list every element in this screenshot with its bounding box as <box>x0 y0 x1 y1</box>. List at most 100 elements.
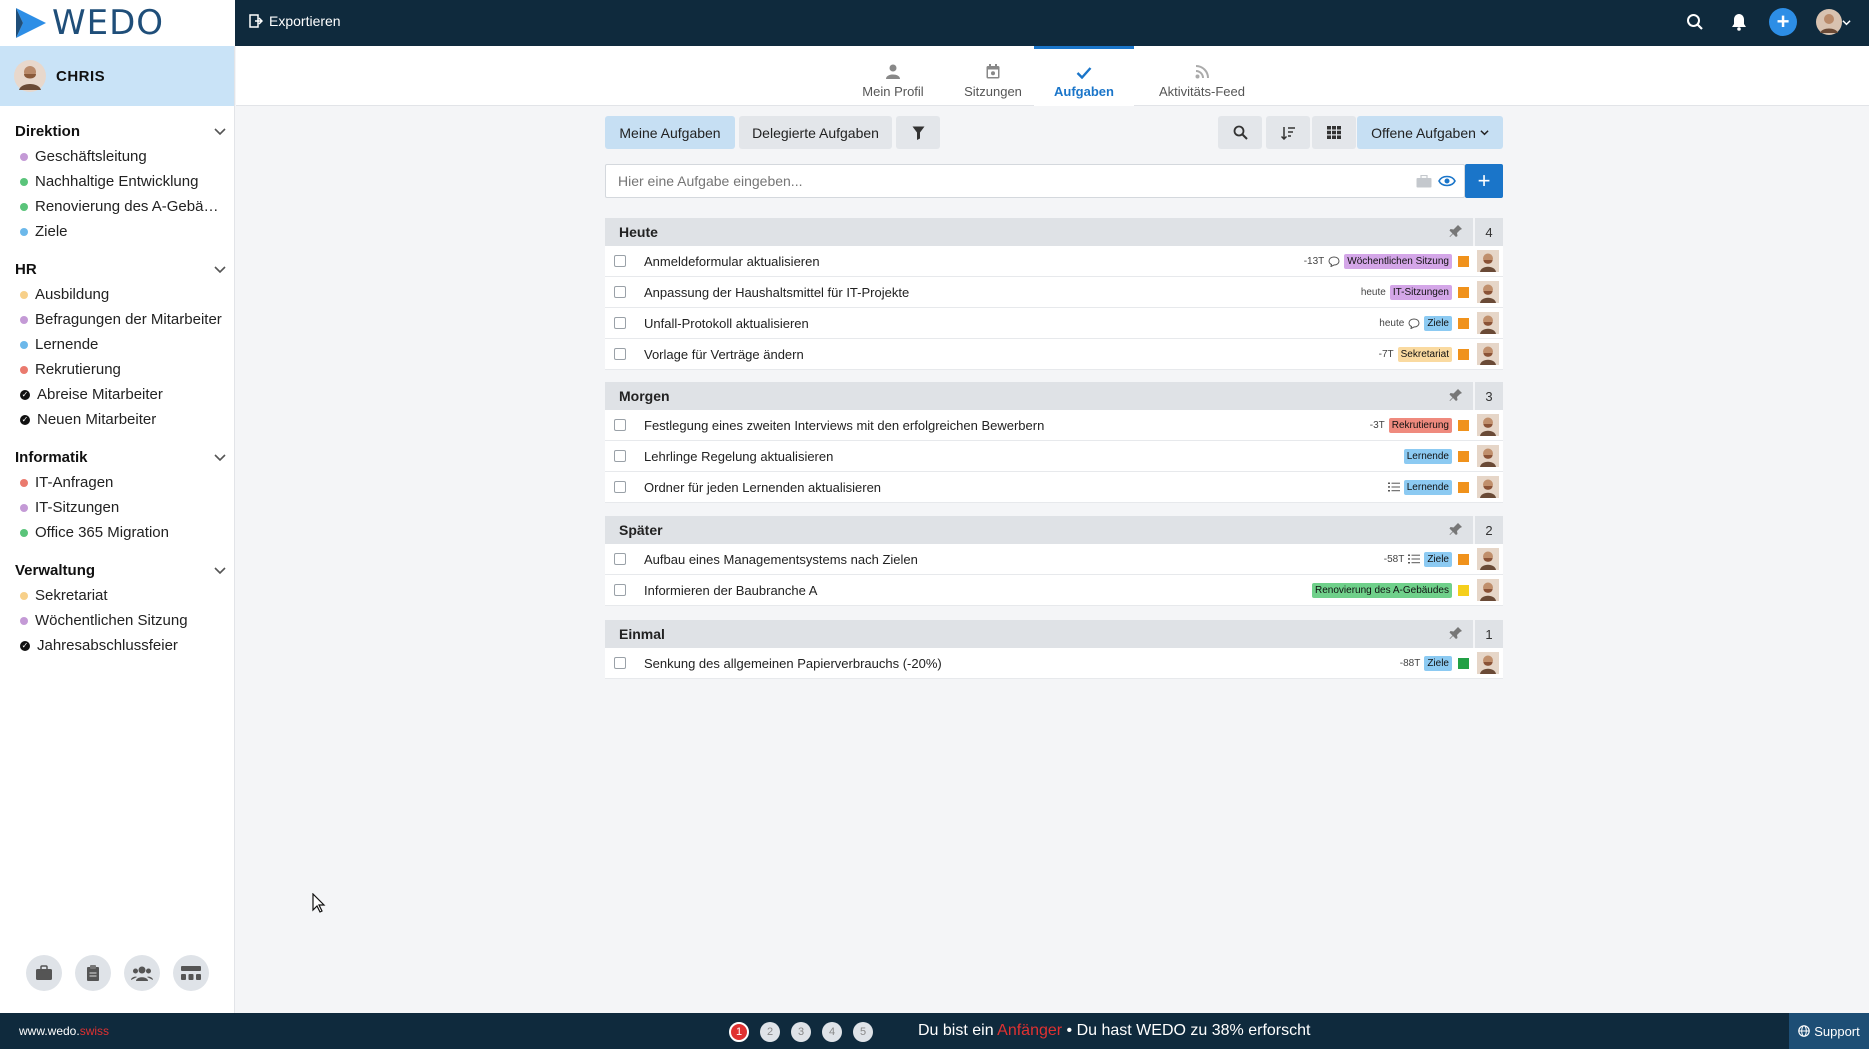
sidebar-item[interactable]: Lernende <box>0 332 234 357</box>
sidebar-item[interactable]: Nachhaltige Entwicklung <box>0 169 234 194</box>
sidebar-item[interactable]: Geschäftsleitung <box>0 144 234 169</box>
tab-sitzungen[interactable]: Sitzungen <box>950 46 1036 106</box>
avatar[interactable] <box>1477 548 1499 570</box>
category-tag[interactable]: Ziele <box>1424 315 1452 331</box>
onboarding-step[interactable]: 4 <box>822 1022 842 1042</box>
category-tag[interactable]: Lernende <box>1403 448 1452 464</box>
sidebar-item[interactable]: Wöchentlichen Sitzung <box>0 608 234 633</box>
sidebar-item[interactable]: Renovierung des A-Gebäudes <box>0 194 234 219</box>
support-button[interactable]: Support <box>1789 1013 1869 1049</box>
eye-icon[interactable] <box>1438 175 1456 187</box>
grid-view-button[interactable] <box>1312 116 1356 149</box>
clipboard-button[interactable] <box>75 955 111 991</box>
task-input[interactable] <box>618 173 1416 189</box>
task-row[interactable]: Vorlage für Verträge ändern -7T Sekretari… <box>605 339 1503 370</box>
task-checkbox[interactable] <box>614 481 626 493</box>
avatar[interactable] <box>1477 312 1499 334</box>
task-row[interactable]: Anmeldeformular aktualisieren -13T Wöchen… <box>605 246 1503 277</box>
category-tag[interactable]: Rekrutierung <box>1388 417 1452 433</box>
my-tasks-button[interactable]: Meine Aufgaben <box>605 116 735 149</box>
priority-marker[interactable] <box>1458 450 1469 462</box>
priority-marker[interactable] <box>1458 657 1469 669</box>
search-tasks-button[interactable] <box>1218 116 1262 149</box>
task-title[interactable]: Festlegung eines zweiten Interviews mit … <box>644 418 1370 433</box>
sidebar-item[interactable]: Sekretariat <box>0 583 234 608</box>
task-checkbox[interactable] <box>614 286 626 298</box>
onboarding-step[interactable]: 2 <box>760 1022 780 1042</box>
sort-button[interactable] <box>1266 116 1310 149</box>
category-tag[interactable]: Lernende <box>1403 479 1452 495</box>
pin-icon[interactable] <box>1449 626 1463 640</box>
priority-marker[interactable] <box>1458 553 1469 565</box>
task-row[interactable]: Informieren der Baubranche A Renovierung… <box>605 575 1503 606</box>
task-title[interactable]: Senkung des allgemeinen Papierverbrauchs… <box>644 656 1400 671</box>
task-title[interactable]: Anmeldeformular aktualisieren <box>644 254 1304 269</box>
delegated-tasks-button[interactable]: Delegierte Aufgaben <box>739 116 892 149</box>
category-tag[interactable]: Ziele <box>1424 655 1452 671</box>
pin-icon[interactable] <box>1449 522 1463 536</box>
task-title[interactable]: Ordner für jeden Lernenden aktualisieren <box>644 480 1388 495</box>
task-row[interactable]: Lehrlinge Regelung aktualisieren Lernend… <box>605 441 1503 472</box>
bell-icon[interactable] <box>1725 8 1753 36</box>
tab-mein-profil[interactable]: Mein Profil <box>850 46 936 106</box>
task-title[interactable]: Aufbau eines Managementsystems nach Ziel… <box>644 552 1384 567</box>
avatar[interactable] <box>1477 476 1499 498</box>
avatar[interactable] <box>1477 445 1499 467</box>
chevron-down-icon[interactable] <box>214 453 226 462</box>
logo[interactable]: WEDO <box>0 0 235 46</box>
sidebar-item[interactable]: Rekrutierung <box>0 357 234 382</box>
pin-icon[interactable] <box>1449 224 1463 238</box>
task-title[interactable]: Anpassung der Haushaltsmittel für IT-Pro… <box>644 285 1361 300</box>
sidebar-group-header[interactable]: Direktion <box>0 120 234 142</box>
avatar[interactable] <box>1477 250 1499 272</box>
category-tag[interactable]: Sekretariat <box>1397 346 1452 362</box>
sidebar-item[interactable]: Befragungen der Mitarbeiter <box>0 307 234 332</box>
section-header[interactable]: Heute 4 <box>605 218 1503 246</box>
website-link[interactable]: www.wedo.swiss <box>19 1024 109 1038</box>
priority-marker[interactable] <box>1458 481 1469 493</box>
add-circle-button[interactable]: + <box>1769 8 1797 36</box>
briefcase-button[interactable] <box>26 955 62 991</box>
pin-icon[interactable] <box>1449 388 1463 402</box>
task-row[interactable]: Aufbau eines Managementsystems nach Ziel… <box>605 544 1503 575</box>
onboarding-step[interactable]: 1 <box>729 1022 749 1042</box>
tab-aktivitaets-feed[interactable]: Aktivitäts-Feed <box>1148 46 1256 106</box>
avatar[interactable] <box>1477 652 1499 674</box>
onboarding-step[interactable]: 5 <box>853 1022 873 1042</box>
task-title[interactable]: Lehrlinge Regelung aktualisieren <box>644 449 1404 464</box>
priority-marker[interactable] <box>1458 317 1469 329</box>
category-tag[interactable]: IT-Sitzungen <box>1389 284 1452 300</box>
sidebar-item[interactable]: IT-Sitzungen <box>0 495 234 520</box>
sidebar-group-header[interactable]: HR <box>0 258 234 280</box>
task-checkbox[interactable] <box>614 657 626 669</box>
avatar[interactable] <box>1477 281 1499 303</box>
export-button[interactable]: Exportieren <box>249 13 341 29</box>
chevron-down-icon[interactable] <box>214 566 226 575</box>
sidebar-item[interactable]: ✓ Jahresabschlussfeier <box>0 633 234 658</box>
account-menu[interactable] <box>1813 8 1853 36</box>
task-title[interactable]: Unfall-Protokoll aktualisieren <box>644 316 1379 331</box>
sidebar-item[interactable]: Ausbildung <box>0 282 234 307</box>
task-row[interactable]: Ordner für jeden Lernenden aktualisieren… <box>605 472 1503 503</box>
user-profile-row[interactable]: CHRIS <box>0 46 234 106</box>
category-tag[interactable]: Renovierung des A-Gebäudes <box>1312 582 1452 598</box>
briefcase-icon[interactable] <box>1416 174 1432 188</box>
task-title[interactable]: Vorlage für Verträge ändern <box>644 347 1379 362</box>
task-title[interactable]: Informieren der Baubranche A <box>644 583 1312 598</box>
task-row[interactable]: Festlegung eines zweiten Interviews mit … <box>605 410 1503 441</box>
sidebar-item[interactable]: ✓ Abreise Mitarbeiter <box>0 382 234 407</box>
priority-marker[interactable] <box>1458 419 1469 431</box>
add-task-button[interactable]: + <box>1465 164 1503 198</box>
priority-marker[interactable] <box>1458 255 1469 267</box>
chevron-down-icon[interactable] <box>214 265 226 274</box>
task-checkbox[interactable] <box>614 317 626 329</box>
category-tag[interactable]: Ziele <box>1424 551 1452 567</box>
sidebar-item[interactable]: ✓ Neuen Mitarbeiter <box>0 407 234 432</box>
sidebar-item[interactable]: Office 365 Migration <box>0 520 234 545</box>
avatar[interactable] <box>1477 343 1499 365</box>
task-row[interactable]: Senkung des allgemeinen Papierverbrauchs… <box>605 648 1503 679</box>
priority-marker[interactable] <box>1458 286 1469 298</box>
avatar[interactable] <box>1477 579 1499 601</box>
avatar[interactable] <box>1477 414 1499 436</box>
task-row[interactable]: Unfall-Protokoll aktualisieren heute Ziel… <box>605 308 1503 339</box>
